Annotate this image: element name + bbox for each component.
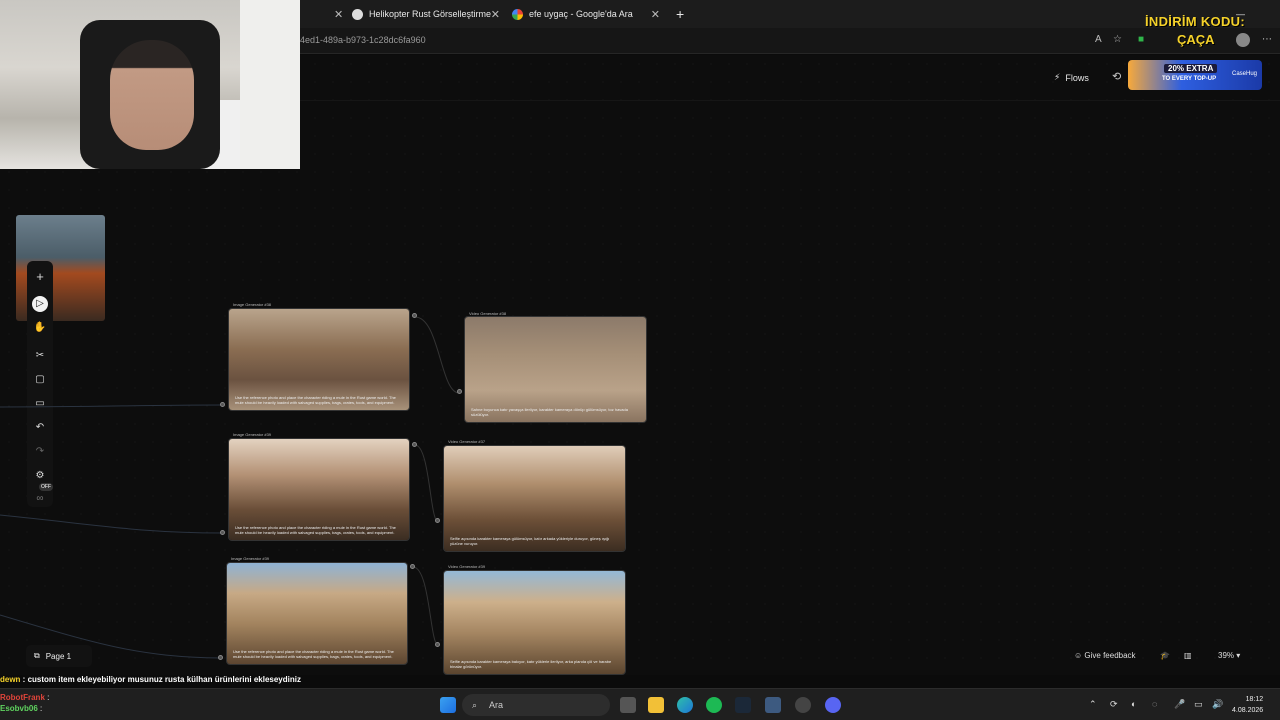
chat-message: Esobvb06 : (0, 703, 440, 714)
node-prompt: Use the reference photo and place the ch… (233, 649, 394, 659)
video-generator-node[interactable]: Selfie açısında karakter kameraya gülüms… (443, 445, 626, 552)
search-icon: ⌕ (472, 700, 478, 710)
feedback-icon: ☺ (1074, 651, 1083, 660)
edge (414, 444, 439, 522)
map-icon[interactable]: ▥ (1184, 651, 1192, 660)
output-port[interactable] (412, 313, 417, 318)
taskbar-search[interactable]: ⌕ Ara (462, 694, 610, 716)
edge (0, 514, 224, 534)
url-field[interactable]: 4ed1-489a-b973-1c28dc6fa960 (300, 35, 426, 45)
steam-icon[interactable] (735, 697, 751, 713)
node-title: Image Generator #39 (231, 556, 270, 561)
chat-text: : (44, 693, 50, 702)
node-prompt: Selfie açısında karakter kameraya bakıyo… (450, 659, 612, 669)
page-icon: ⧉ (34, 651, 40, 660)
windows-start-icon[interactable] (440, 697, 456, 713)
task-view-icon[interactable] (620, 697, 636, 713)
zoom-selector[interactable]: 39% ▾ (1218, 651, 1240, 660)
close-icon[interactable]: ✕ (491, 8, 500, 21)
video-generator-node[interactable]: Sahne boyunca katır yavaşça ilerliyor, k… (464, 316, 647, 423)
chat-text: : (37, 704, 43, 713)
discord-icon[interactable] (825, 697, 841, 713)
chat-message: RobotFrank : (0, 692, 440, 703)
chevron-down-icon: ▾ (1236, 651, 1241, 660)
edge (412, 566, 439, 646)
new-tab-button[interactable]: + (670, 4, 690, 24)
node-title: Video Generator #39 (448, 564, 486, 569)
sync-icon[interactable]: ⟳ (1110, 699, 1118, 710)
node-prompt: Selfie açısında karakter kameraya gülüms… (450, 536, 610, 546)
feedback-label: Give feedback (1084, 651, 1136, 660)
input-port[interactable] (457, 389, 462, 394)
input-port[interactable] (220, 530, 225, 535)
node-prompt: Use the reference photo and place the ch… (235, 395, 396, 405)
input-port[interactable] (435, 518, 440, 523)
image-generator-node[interactable]: Use the reference photo and place the ch… (226, 562, 408, 665)
node-prompt: Sahne boyunca katır yavaşça ilerliyor, k… (471, 407, 628, 417)
output-port[interactable] (412, 442, 417, 447)
monitor-icon[interactable]: ▭ (1194, 699, 1203, 710)
input-port[interactable] (435, 642, 440, 647)
microphone-icon[interactable]: 🎤 (1174, 699, 1185, 710)
bookmark-star-icon[interactable]: ☆ (1113, 34, 1122, 45)
chat-message: dewn : custom item ekleyebiliyor musunuz… (0, 674, 440, 685)
tab-label: efe uygaç - Google'da Ara (529, 9, 633, 19)
chat-text: : custom item ekleyebiliyor musunuz rust… (20, 675, 301, 684)
chat-user: dewn (0, 675, 21, 684)
image-generator-node[interactable]: Use the reference photo and place the ch… (228, 438, 410, 541)
volume-icon[interactable]: 🔊 (1212, 699, 1223, 710)
tray-app-icon[interactable]: ◌ (1152, 699, 1157, 709)
stream-chat: dewn : custom item ekleyebiliyor musunuz… (0, 674, 440, 685)
obs-icon[interactable] (795, 697, 811, 713)
webcam-wall (240, 0, 300, 169)
screen: ✕ Helikopter Rust Görselleştirme ✕ efe u… (0, 0, 1280, 720)
webcam-person (110, 40, 194, 150)
tab-label: Helikopter Rust Görselleştirme (369, 9, 492, 19)
edge (414, 316, 461, 394)
image-generator-node[interactable]: Use the reference photo and place the ch… (228, 308, 410, 411)
windows-taskbar: RobotFrank : Esobvb06 : ⌕ Ara ⌃ ⟳ ◐ ◌ 🎤 … (0, 688, 1280, 720)
node-title: Image Generator #39 (233, 432, 272, 437)
stream-chat-lower: RobotFrank : Esobvb06 : (0, 692, 440, 714)
give-feedback-button[interactable]: ☺ Give feedback (1074, 651, 1136, 660)
clock-date: 4.08.2026 (1232, 707, 1264, 714)
chatgpt-icon (352, 8, 363, 20)
clock-time: 18:12 (1245, 696, 1264, 703)
spotify-icon[interactable] (706, 697, 722, 713)
steam-tray-icon[interactable]: ◐ (1131, 699, 1136, 709)
tab-helikopter[interactable]: Helikopter Rust Görselleştirme ✕ (346, 4, 504, 24)
video-generator-node[interactable]: Selfie açısında karakter kameraya bakıyo… (443, 570, 626, 675)
tab-google-search[interactable]: efe uygaç - Google'da Ara ✕ (506, 4, 664, 24)
google-icon (512, 8, 523, 20)
file-explorer-icon[interactable] (648, 697, 664, 713)
input-port[interactable] (218, 655, 223, 660)
node-title: Video Generator #37 (448, 439, 486, 444)
system-clock[interactable]: 18:12 4.08.2026 (1232, 694, 1263, 716)
page-label: Page 1 (45, 651, 72, 661)
node-prompt: Use the reference photo and place the ch… (235, 525, 396, 535)
node-title: Image Generator #38 (233, 302, 272, 307)
input-port[interactable] (220, 402, 225, 407)
profile-avatar[interactable] (1236, 33, 1250, 47)
extension-icon[interactable]: ■ (1138, 34, 1144, 45)
graduation-cap-icon[interactable]: 🎓 (1160, 651, 1170, 660)
more-menu-icon[interactable]: ⋯ (1262, 34, 1272, 45)
chevron-up-icon[interactable]: ⌃ (1089, 699, 1097, 710)
edge (0, 404, 224, 408)
translate-icon[interactable]: A (1095, 34, 1102, 45)
page-selector[interactable]: ⧉ Page 1 (26, 645, 92, 667)
webcam-overlay (0, 0, 300, 169)
chat-user: RobotFrank (0, 693, 45, 702)
discount-code-title: İNDİRİM KODU: (1145, 14, 1245, 29)
zoom-value: 39% (1218, 651, 1235, 660)
output-port[interactable] (410, 564, 415, 569)
close-icon[interactable]: ✕ (651, 8, 660, 21)
chat-user: Esobvb06 (0, 704, 38, 713)
close-tab-icon[interactable]: ✕ (328, 4, 343, 24)
app-icon[interactable] (765, 697, 781, 713)
discount-code-value: ÇAÇA (1177, 32, 1215, 47)
search-placeholder: Ara (489, 700, 504, 710)
edge-browser-icon[interactable] (677, 697, 693, 713)
